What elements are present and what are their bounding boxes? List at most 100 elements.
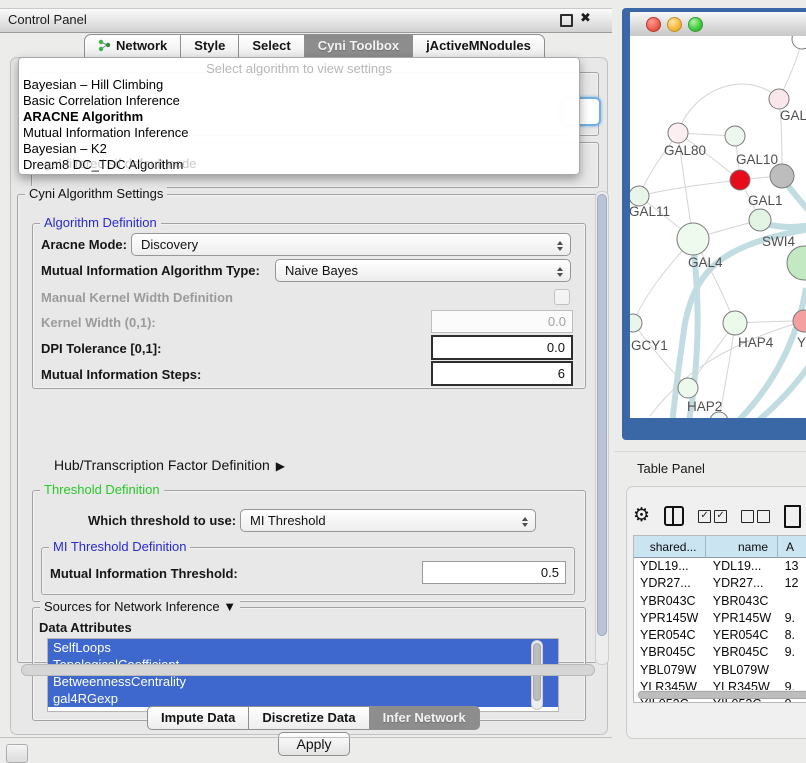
dpi-tolerance-field[interactable]: 0.0 [431, 335, 573, 360]
aracne-mode-select[interactable]: Discovery [131, 233, 571, 256]
sources-title-text: Sources for Network Inference [44, 599, 220, 614]
node-label: GAL [780, 108, 806, 123]
network-node[interactable] [730, 170, 750, 190]
mi-threshold-label: Mutual Information Threshold: [50, 566, 238, 581]
algorithm-option[interactable]: Bayesian – Hill Climbing [23, 77, 575, 93]
which-threshold-select[interactable]: MI Threshold [240, 509, 536, 532]
table-cell: YBR043C [707, 593, 779, 610]
threshold-definition-title: Threshold Definition [40, 482, 164, 497]
network-node-gal11[interactable] [630, 186, 649, 206]
table-row[interactable]: YDL19...YDL19...13 [634, 558, 806, 575]
control-panel-titlebar [0, 8, 612, 33]
close-icon[interactable]: ✖ [580, 10, 591, 26]
float-window-icon[interactable] [560, 14, 573, 27]
tab-select[interactable]: Select [239, 34, 304, 58]
algorithm-option[interactable]: Mutual Information Inference [23, 125, 575, 141]
spinner-arrows-icon [553, 238, 566, 253]
mi-threshold-group-title: MI Threshold Definition [49, 539, 190, 554]
settings-horizontal-scrollbar[interactable] [21, 664, 595, 676]
table-cell: 8. [779, 627, 806, 644]
mi-threshold-field[interactable]: 0.5 [422, 561, 566, 584]
chevron-down-icon[interactable]: ▼ [223, 599, 236, 614]
network-node[interactable] [792, 36, 806, 49]
collapsed-panel-button[interactable] [6, 744, 28, 763]
minimize-traffic-icon[interactable] [667, 17, 682, 32]
network-node-hap2[interactable] [678, 378, 698, 398]
network-node-gal[interactable] [769, 89, 789, 109]
table-cell: YBR045C [707, 644, 779, 661]
column-header[interactable]: A [778, 536, 806, 558]
tab-cyni-toolbox[interactable]: Cyni Toolbox [305, 34, 413, 58]
zoom-traffic-icon[interactable] [688, 17, 703, 32]
tab-impute-data[interactable]: Impute Data [147, 706, 249, 730]
export-table-icon[interactable] [784, 505, 801, 528]
table-row[interactable]: YBL079WYBL079W [634, 662, 806, 679]
network-icon [98, 37, 111, 59]
node-label: SWI4 [762, 234, 795, 249]
deselect-all-columns-icon[interactable] [741, 510, 770, 523]
algorithm-list: Bayesian – Hill ClimbingBasic Correlatio… [23, 77, 575, 173]
table-cell: YDR27... [707, 575, 779, 592]
apply-button[interactable]: Apply [278, 732, 350, 756]
table-body: YDL19...YDL19...13YDR27...YDR27...12YBR0… [634, 558, 806, 702]
algorithm-option[interactable]: Bayesian – K2 [23, 141, 575, 157]
node-label: GAL10 [736, 152, 778, 167]
cyni-algorithm-settings-title: Cyni Algorithm Settings [25, 186, 167, 201]
manual-kernel-checkbox[interactable] [554, 289, 570, 305]
algorithm-option[interactable]: Dream8 DC_TDC Algorithm [23, 157, 575, 173]
tab-infer-network[interactable]: Infer Network [370, 706, 480, 730]
mi-type-label: Mutual Information Algorithm Type: [41, 263, 260, 278]
network-node-gal80[interactable] [668, 123, 688, 143]
mi-steps-field[interactable]: 6 [431, 361, 573, 386]
close-traffic-icon[interactable] [646, 17, 661, 32]
dpi-tolerance-label: DPI Tolerance [0,1]: [41, 341, 161, 356]
attribute-item[interactable]: SelfLoops [48, 639, 558, 656]
table-cell: YER054C [707, 627, 779, 644]
algorithm-definition-group: Algorithm Definition Aracne Mode: Discov… [32, 223, 586, 389]
attribute-item[interactable]: gal4RGexp [48, 690, 558, 707]
network-node-gal10[interactable] [725, 126, 745, 146]
column-header[interactable]: name [706, 536, 778, 558]
which-threshold-label: Which threshold to use: [88, 513, 236, 528]
network-node[interactable] [770, 164, 794, 188]
mi-type-select[interactable]: Naive Bayes [275, 259, 571, 282]
settings-vertical-scrollbar[interactable] [595, 191, 609, 665]
which-threshold-value: MI Threshold [250, 513, 326, 528]
network-canvas-container[interactable]: GALGAL80GAL10GAL11GAL1GAL4SWI4HAP4YGCY1H… [630, 36, 806, 418]
tab-style[interactable]: Style [181, 34, 239, 58]
network-node-swi4[interactable] [787, 246, 806, 280]
mi-type-value: Naive Bayes [285, 263, 358, 278]
table-row[interactable]: YBR043CYBR043C [634, 593, 806, 610]
tab-discretize-data[interactable]: Discretize Data [249, 706, 369, 730]
network-node-gcy1[interactable] [630, 314, 642, 332]
gear-icon[interactable]: ⚙ [633, 506, 650, 526]
column-header[interactable]: shared... [634, 536, 706, 558]
network-node-hap4[interactable] [723, 311, 747, 335]
tab-jactivemnodules[interactable]: jActiveMNodules [413, 34, 545, 58]
table-cell: YBL079W [707, 662, 779, 679]
network-node-gal4[interactable] [677, 223, 709, 255]
kernel-width-field: 0.0 [431, 310, 573, 333]
algorithm-option[interactable]: ARACNE Algorithm [23, 109, 575, 125]
tab-network[interactable]: Network [84, 34, 181, 58]
network-view-window[interactable]: GALGAL80GAL10GAL11GAL1GAL4SWI4HAP4YGCY1H… [622, 8, 806, 440]
table-cell: YDL19... [707, 558, 779, 575]
table-horizontal-scrollbar[interactable] [636, 690, 806, 699]
table-row[interactable]: YBR045CYBR045C9. [634, 644, 806, 661]
algorithm-option[interactable]: Basic Correlation Inference [23, 93, 575, 109]
network-node-gal1[interactable] [749, 209, 771, 231]
aracne-mode-label: Aracne Mode: [41, 237, 127, 252]
table-cell: 13 [779, 558, 806, 575]
table-row[interactable]: YER054CYER054C8. [634, 627, 806, 644]
node-label: GAL4 [688, 255, 723, 270]
mi-threshold-group: MI Threshold Definition Mutual Informati… [41, 547, 575, 595]
select-all-columns-icon[interactable]: ✓✓ [698, 510, 727, 523]
node-label: GAL80 [664, 143, 706, 158]
table-row[interactable]: YDR27...YDR27...12 [634, 575, 806, 592]
table-panel-title: Table Panel [637, 461, 705, 476]
columns-icon[interactable] [664, 506, 684, 526]
table-row[interactable]: YPR145WYPR145W9. [634, 610, 806, 627]
hub-definition-toggle[interactable]: Hub/Transcription Factor Definition▶ [54, 457, 285, 473]
node-label: GAL11 [630, 204, 670, 219]
node-label: HAP4 [738, 335, 774, 350]
